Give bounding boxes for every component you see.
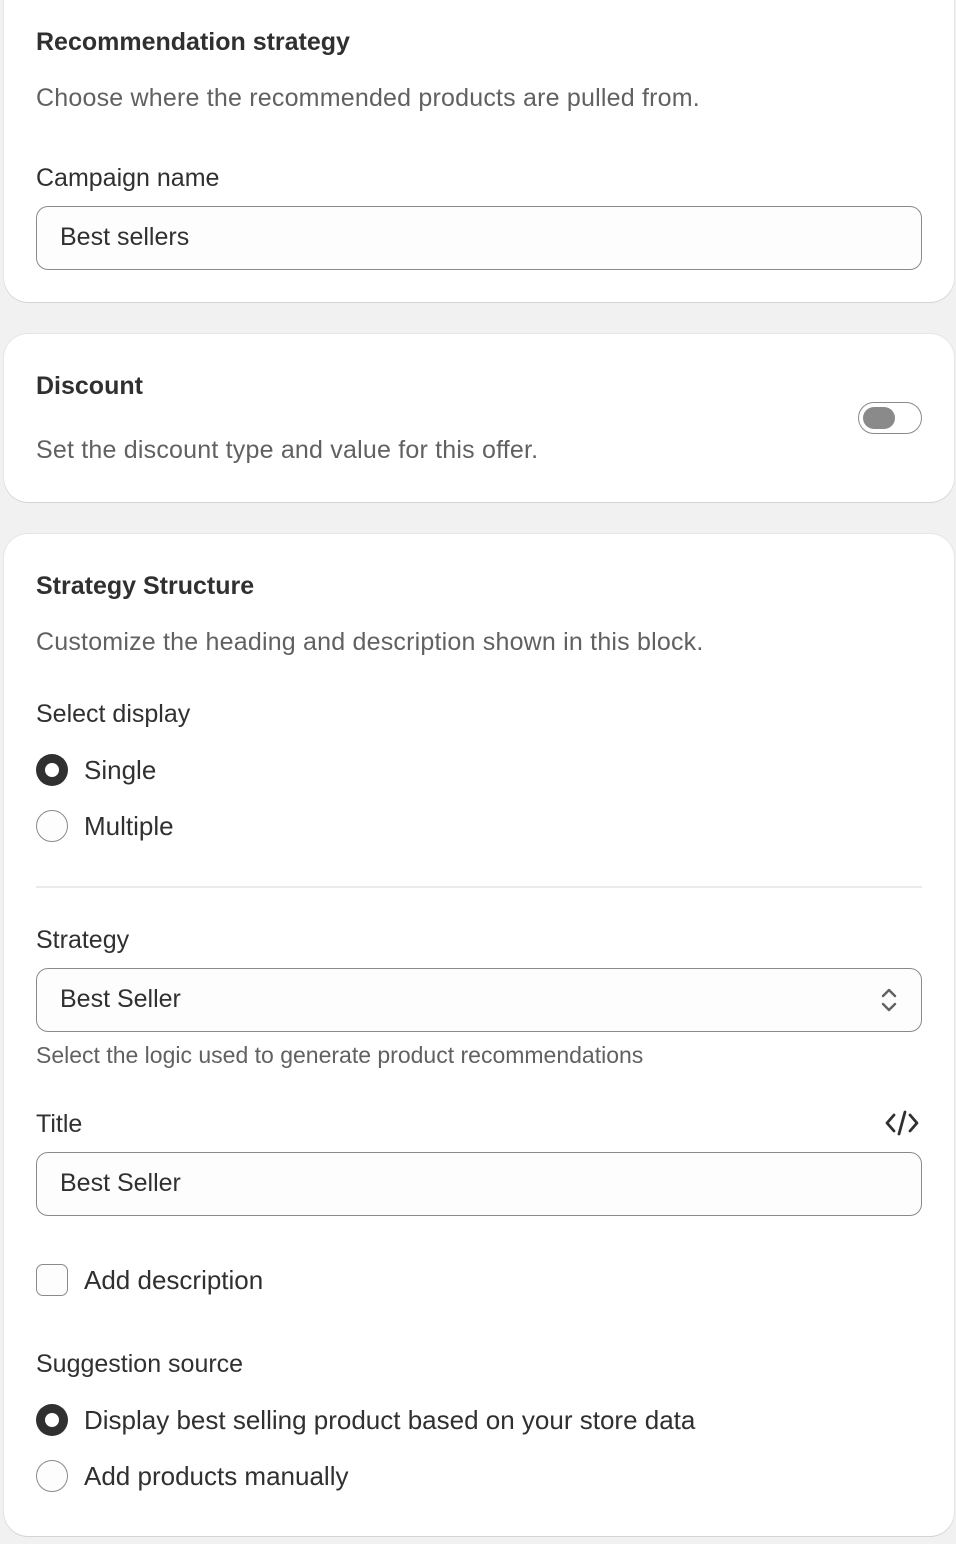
discount-toggle[interactable] [858, 402, 922, 434]
strategy-select[interactable]: Best Seller [36, 968, 922, 1032]
recommendation-strategy-card: Recommendation strategy Choose where the… [4, 0, 954, 302]
recommendation-heading: Recommendation strategy [36, 28, 350, 56]
strategy-select-value: Best Seller [60, 985, 181, 1013]
campaign-name-input[interactable]: Best sellers [36, 206, 922, 270]
source-store-data-radio[interactable] [36, 1404, 68, 1436]
structure-description: Customize the heading and description sh… [36, 628, 704, 656]
add-description-checkbox[interactable] [36, 1264, 68, 1296]
display-multiple-radio[interactable] [36, 810, 68, 842]
display-single-label[interactable]: Single [84, 755, 156, 786]
campaign-name-label: Campaign name [36, 164, 220, 192]
campaign-name-value: Best sellers [60, 223, 190, 251]
discount-heading: Discount [36, 372, 143, 400]
strategy-label: Strategy [36, 926, 130, 954]
code-icon[interactable] [884, 1108, 920, 1138]
display-multiple-label[interactable]: Multiple [84, 811, 174, 842]
title-input-value: Best Seller [60, 1169, 181, 1197]
structure-heading: Strategy Structure [36, 572, 255, 600]
select-display-label: Select display [36, 700, 191, 728]
section-divider [36, 886, 922, 888]
select-chevron-icon [881, 988, 897, 1012]
display-single-radio[interactable] [36, 754, 68, 786]
recommendation-description: Choose where the recommended products ar… [36, 84, 700, 112]
toggle-knob [863, 407, 895, 429]
title-label: Title [36, 1110, 83, 1138]
discount-card: Discount Set the discount type and value… [4, 334, 954, 502]
title-input[interactable]: Best Seller [36, 1152, 922, 1216]
source-store-data-label[interactable]: Display best selling product based on yo… [84, 1405, 695, 1436]
add-description-label[interactable]: Add description [84, 1265, 263, 1296]
suggestion-source-label: Suggestion source [36, 1350, 244, 1378]
strategy-help-text: Select the logic used to generate produc… [36, 1042, 644, 1068]
source-manual-radio[interactable] [36, 1460, 68, 1492]
discount-description: Set the discount type and value for this… [36, 436, 539, 464]
source-manual-label[interactable]: Add products manually [84, 1461, 348, 1492]
strategy-structure-card: Strategy Structure Customize the heading… [4, 534, 954, 1536]
